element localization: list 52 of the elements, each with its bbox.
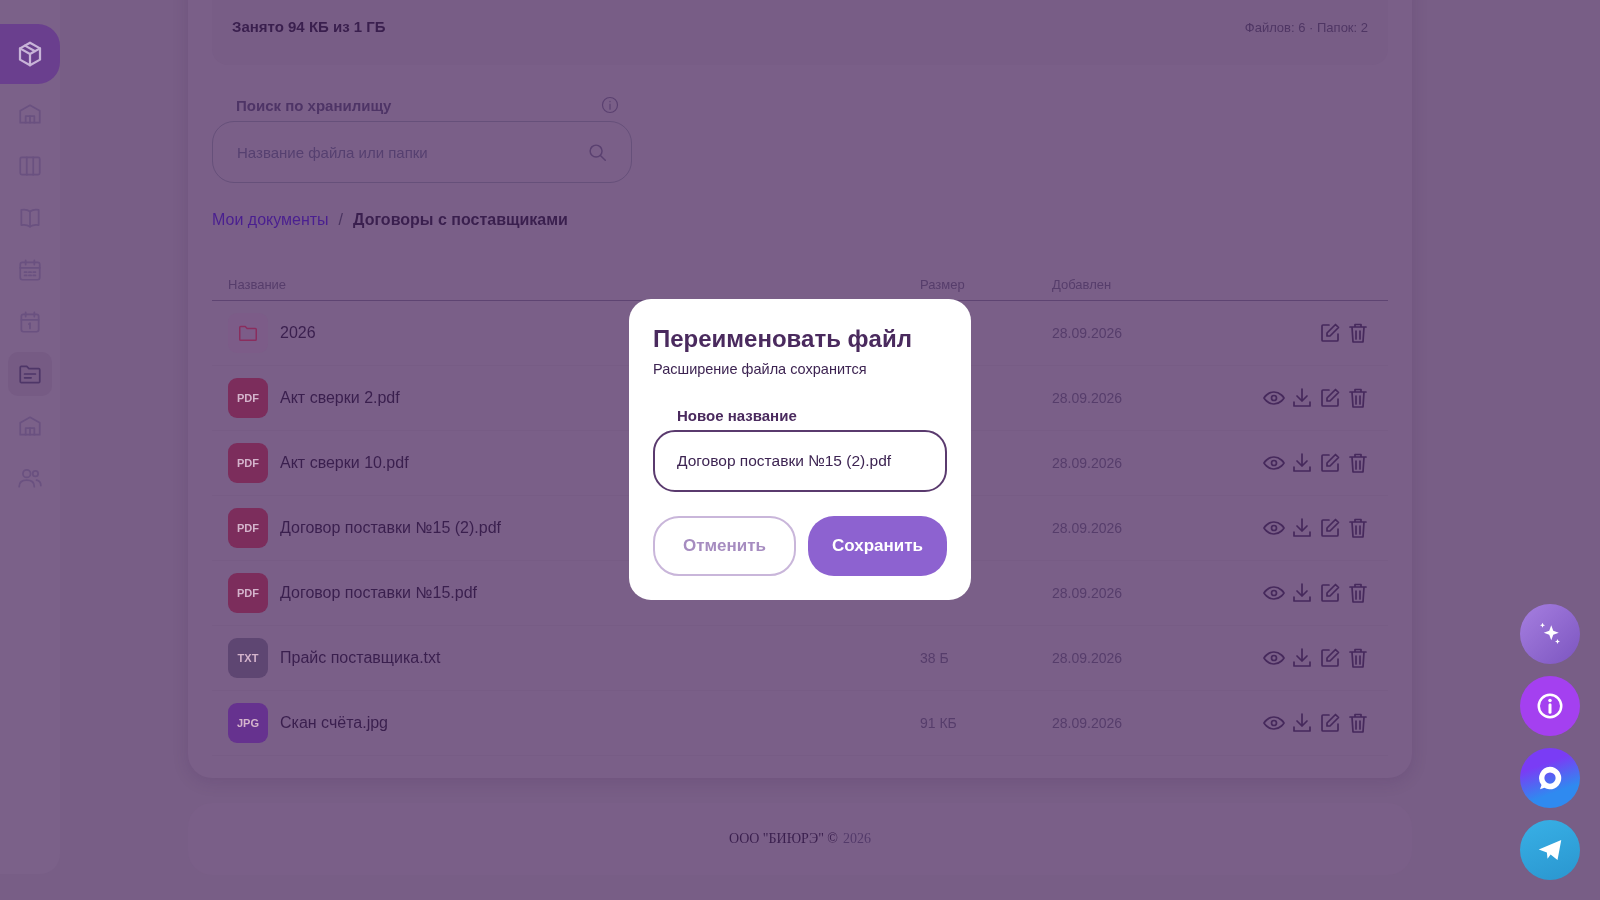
file-name[interactable]: Договор поставки №15.pdf bbox=[280, 584, 477, 602]
file-name[interactable]: Акт сверки 2.pdf bbox=[280, 389, 400, 407]
search-icon bbox=[586, 141, 608, 163]
cancel-button[interactable]: Отменить bbox=[653, 516, 796, 576]
file-type-badge: PDF bbox=[228, 508, 268, 548]
edit-icon bbox=[1318, 711, 1342, 735]
info-icon bbox=[1535, 691, 1565, 721]
edit-icon bbox=[1318, 386, 1342, 410]
breadcrumb-link[interactable]: Мои документы bbox=[212, 211, 329, 229]
download-icon bbox=[1290, 386, 1314, 410]
storage-usage: Занято 94 КБ из 1 ГБ bbox=[232, 18, 386, 35]
name-input-field[interactable]: Договор поставки №15 (2).pdf bbox=[653, 430, 947, 492]
trash-icon bbox=[1346, 516, 1370, 540]
edit-icon bbox=[1318, 646, 1342, 670]
file-type-badge: PDF bbox=[228, 443, 268, 483]
dialog-subtitle: Расширение файла сохранится bbox=[653, 361, 868, 377]
download-icon bbox=[1290, 581, 1314, 605]
file-name[interactable]: 2026 bbox=[280, 324, 316, 342]
edit-icon bbox=[1318, 581, 1342, 605]
dialog-title: Переименовать файл bbox=[653, 325, 913, 353]
edit-icon bbox=[1318, 516, 1342, 540]
file-type-badge: TXT bbox=[228, 638, 268, 678]
breadcrumb-separator: / bbox=[338, 211, 344, 229]
file-name[interactable]: Скан счёта.jpg bbox=[280, 714, 388, 732]
field-label: Новое название bbox=[677, 407, 798, 424]
file-name[interactable]: Акт сверки 10.pdf bbox=[280, 454, 409, 472]
download-icon bbox=[1290, 516, 1314, 540]
info-button[interactable] bbox=[1520, 676, 1580, 736]
file-name[interactable]: Прайс поставщика.txt bbox=[280, 649, 441, 667]
edit-icon bbox=[1318, 451, 1342, 475]
file-name[interactable]: Договор поставки №15 (2).pdf bbox=[280, 519, 501, 537]
trash-icon bbox=[1346, 711, 1370, 735]
save-button[interactable]: Сохранить bbox=[808, 516, 947, 576]
breadcrumb-current: Договоры с поставщиками bbox=[353, 211, 568, 229]
download-icon bbox=[1290, 451, 1314, 475]
chat-button[interactable] bbox=[1520, 748, 1580, 808]
edit-icon bbox=[1318, 321, 1342, 345]
messenger-button[interactable] bbox=[1520, 820, 1580, 880]
trash-icon bbox=[1346, 386, 1370, 410]
trash-icon bbox=[1346, 321, 1370, 345]
trash-icon bbox=[1346, 451, 1370, 475]
download-icon bbox=[1290, 646, 1314, 670]
sidebar-button[interactable] bbox=[8, 352, 52, 396]
file-type-badge: JPG bbox=[228, 703, 268, 743]
trash-icon bbox=[1346, 646, 1370, 670]
ai-assistant-button[interactable] bbox=[1520, 604, 1580, 664]
copyright-text: ООО "БИЮРЭ" © bbox=[729, 831, 838, 847]
info-icon bbox=[600, 95, 620, 115]
download-icon bbox=[1290, 711, 1314, 735]
file-type-badge: PDF bbox=[228, 573, 268, 613]
file-type-badge: PDF bbox=[228, 378, 268, 418]
trash-icon bbox=[1346, 581, 1370, 605]
